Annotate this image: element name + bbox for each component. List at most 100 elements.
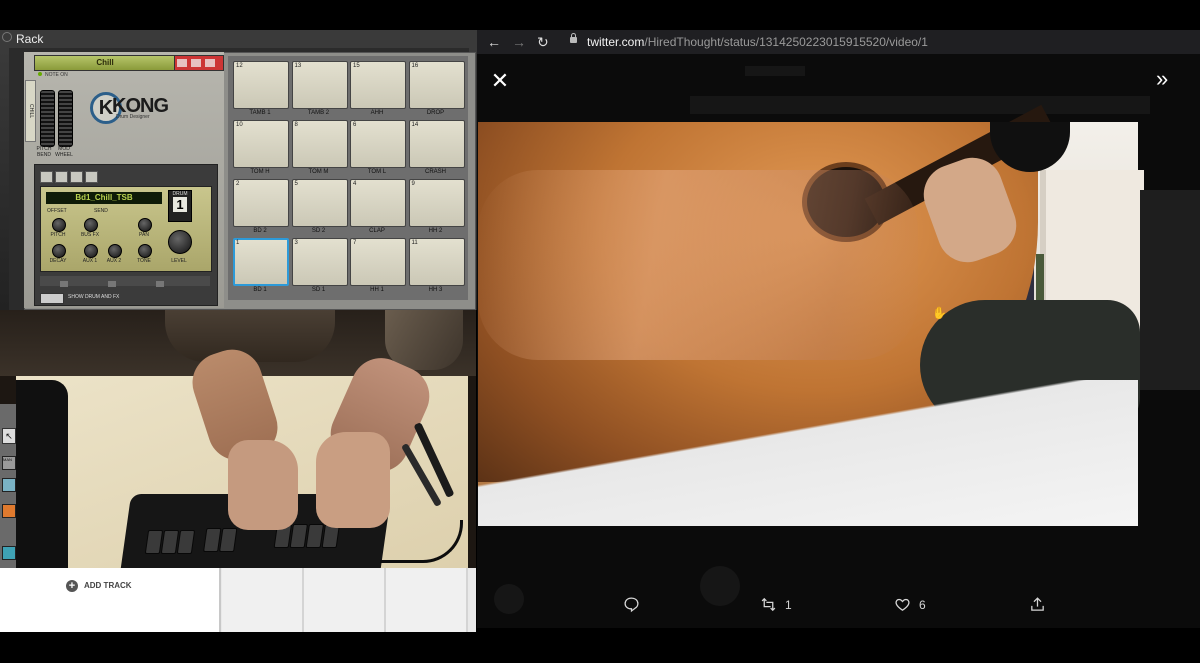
level-knob[interactable] <box>168 230 192 254</box>
drum-pad[interactable] <box>350 179 406 227</box>
address-bar[interactable]: twitter.com/HiredThought/status/13142502… <box>587 30 928 54</box>
retweet-button[interactable]: 1 <box>760 596 792 613</box>
pad-number: 9 <box>411 181 415 187</box>
drum-pad[interactable] <box>291 120 348 168</box>
back-button[interactable]: ← <box>487 30 501 54</box>
pad-label: BD 1 <box>253 287 267 293</box>
show-drum-fx-button[interactable] <box>40 293 64 304</box>
send-section-label: SEND <box>94 208 108 214</box>
pad-label: HH 3 <box>428 287 443 293</box>
knob-label: PAN <box>139 232 149 238</box>
pad-label: AHH <box>370 110 384 116</box>
rack-titlebar: Rack <box>0 30 478 48</box>
drum-pad[interactable] <box>350 120 406 168</box>
reload-button[interactable]: ↻ <box>537 30 549 54</box>
aux1-knob[interactable] <box>84 244 98 258</box>
pad-label: SD 1 <box>311 287 326 293</box>
track-color-icon[interactable] <box>2 504 16 518</box>
kong-subtitle: Drum Designer <box>116 114 150 120</box>
lock-icon[interactable] <box>570 33 577 43</box>
share-icon <box>1031 597 1044 611</box>
aux2-knob[interactable] <box>108 244 122 258</box>
retweet-icon <box>761 597 776 612</box>
like-button[interactable]: 6 <box>894 596 926 613</box>
pad-number: 15 <box>353 63 360 69</box>
pad-label: TOM H <box>250 169 270 175</box>
mod-wheel-label: MOD WHEEL <box>55 146 73 158</box>
pad-label: TOM L <box>367 169 387 175</box>
drum-pad[interactable] <box>233 238 289 286</box>
patch-browse-buttons[interactable] <box>174 55 224 71</box>
pad-number: 14 <box>411 122 419 128</box>
drum-name-display[interactable]: Bd1_Chill_TSB <box>46 192 162 204</box>
knob-label: BUS FX <box>80 232 100 238</box>
knob-label: TONE <box>137 258 151 264</box>
pad-number: 7 <box>353 240 357 246</box>
mod-wheel[interactable] <box>58 90 73 147</box>
pitch-bend-wheel[interactable] <box>40 90 55 147</box>
pointer-tool-icon[interactable]: ↖ <box>2 428 16 444</box>
reply-icon <box>624 597 639 613</box>
webcam-left-hand <box>228 440 298 530</box>
pad-label: BD 2 <box>253 228 267 234</box>
pad-label: CLAP <box>369 228 385 234</box>
video-strumming-hand <box>478 170 918 360</box>
pad-number: 1 <box>236 240 240 246</box>
patch-name-display[interactable]: Chill <box>34 55 176 71</box>
decay-knob[interactable] <box>52 244 66 258</box>
pad-label: TAMB 2 <box>307 110 330 116</box>
rack-title: Rack <box>16 32 44 46</box>
bus-fx-knob[interactable] <box>84 218 98 232</box>
sequencer-grid[interactable] <box>222 568 468 632</box>
track-color-icon[interactable] <box>2 478 16 492</box>
close-icon[interactable]: ✕ <box>490 68 510 94</box>
knob-label: PITCH <box>50 232 66 238</box>
pad-label: SD 2 <box>311 228 326 234</box>
like-count: 6 <box>919 597 926 612</box>
knob-label: AUX 2 <box>106 258 122 264</box>
url-path: /HiredThought/status/1314250223015915520… <box>644 35 928 49</box>
pan-knob[interactable] <box>138 218 152 232</box>
webcam-sleeve <box>385 310 463 370</box>
url-host: twitter.com <box>587 35 645 49</box>
track-color-icon[interactable] <box>2 546 16 560</box>
drum-pad[interactable] <box>408 179 465 227</box>
pad-number: 11 <box>411 240 418 246</box>
background-tweet-text <box>690 96 1150 114</box>
forward-button[interactable]: → <box>512 30 526 54</box>
pad-label: TOM M <box>308 169 329 175</box>
offset-section-label: OFFSET <box>47 208 67 214</box>
reply-button[interactable] <box>623 596 648 613</box>
knob-label: AUX 1 <box>82 258 98 264</box>
video-table <box>478 380 1138 526</box>
tone-knob[interactable] <box>138 244 152 258</box>
drum-pad[interactable] <box>291 238 348 286</box>
pad-number: 3 <box>294 240 298 246</box>
tool-label[interactable]: MAN <box>2 456 16 470</box>
note-on-indicator: NOTE ON <box>38 72 68 78</box>
browser-toolbar: ← → ↻ twitter.com/HiredThought/status/13… <box>477 30 1200 54</box>
rack-rail-left <box>0 48 9 310</box>
plus-icon[interactable]: + <box>66 580 78 592</box>
drum-pad[interactable] <box>233 179 289 227</box>
close-icon[interactable] <box>2 32 12 42</box>
expand-icon[interactable]: » <box>1156 66 1168 92</box>
add-track-button[interactable]: ADD TRACK <box>84 581 132 590</box>
pad-label: HH 2 <box>428 228 443 234</box>
pad-number: 16 <box>411 63 419 69</box>
share-button[interactable] <box>1029 596 1046 613</box>
drum-footer <box>40 276 210 287</box>
tweet-actions: 1 6 <box>477 596 1200 626</box>
mouse-cursor-icon: ✋ <box>932 306 947 320</box>
webcam-right-hand <box>316 432 390 528</box>
track-list <box>0 568 221 632</box>
pad-number: 8 <box>294 122 298 128</box>
pitch-knob[interactable] <box>52 218 66 232</box>
drum-number-display[interactable]: DRUM 1 <box>168 190 192 222</box>
drum-pad[interactable] <box>291 179 348 227</box>
device-name-strip: CHILL <box>25 80 36 142</box>
drum-pad[interactable] <box>350 238 406 286</box>
pad-number: 13 <box>294 63 302 69</box>
knob-label: DECAY <box>49 258 67 264</box>
pad-number: 2 <box>236 181 240 187</box>
